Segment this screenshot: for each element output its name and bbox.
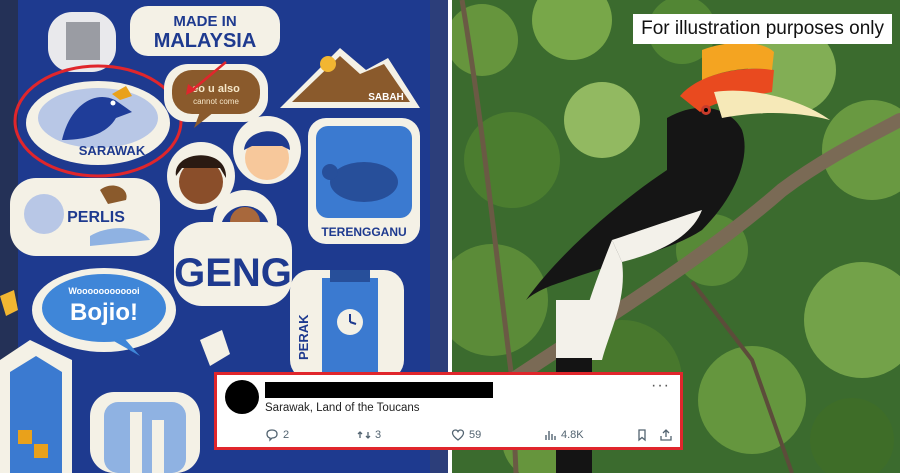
perlis-sticker: PERLIS — [10, 178, 160, 256]
repost-button[interactable]: 3 — [357, 428, 381, 442]
bojio-text: Bojio! — [70, 299, 138, 326]
tweet-text: Sarawak, Land of the Toucans — [265, 402, 420, 414]
composite-image: MADE IN MALAYSIA SARAWAK eo u also canno… — [0, 0, 900, 473]
terengganu-sticker: TERENGGANU — [308, 118, 420, 244]
sarawak-text: SARAWAK — [79, 143, 146, 158]
bojio-small-text: Woooooooooooi — [68, 286, 139, 296]
bubble-subtext: cannot come — [193, 97, 239, 106]
like-button[interactable]: 59 — [451, 428, 481, 442]
pixelated-area — [66, 22, 100, 60]
illustration-caption: For illustration purposes only — [633, 14, 892, 44]
views-button[interactable]: 4.8K — [543, 428, 584, 442]
malaysia-text: MALAYSIA — [154, 30, 257, 52]
sarawak-hornbill-sticker: SARAWAK — [26, 81, 170, 165]
more-options-icon[interactable]: ··· — [651, 377, 670, 395]
repost-icon — [357, 431, 371, 439]
made-in-malaysia-sticker: MADE IN MALAYSIA — [130, 6, 280, 56]
redacted-username — [265, 382, 493, 398]
bookmark-icon — [638, 429, 646, 442]
bookmark-button[interactable] — [635, 428, 649, 442]
views-count: 4.8K — [561, 429, 584, 441]
made-in-text: MADE IN — [173, 13, 236, 30]
repost-count: 3 — [375, 429, 382, 441]
heart-icon — [451, 429, 465, 441]
perlis-text: PERLIS — [67, 209, 125, 226]
speech-bubble-sticker: eo u also cannot come — [164, 64, 268, 128]
reply-icon — [266, 429, 278, 442]
reply-count: 2 — [283, 429, 290, 441]
geng-sticker: GENG — [174, 222, 292, 306]
terengganu-text: TERENGGANU — [321, 225, 406, 239]
share-icon — [660, 429, 672, 441]
tweet-actions: 2 3 59 4.8K — [265, 428, 672, 444]
perak-sticker: PERAK — [290, 270, 404, 380]
tweet-card[interactable]: ··· Sarawak, Land of the Toucans 2 3 59 … — [214, 372, 683, 450]
geng-text: GENG — [174, 251, 292, 295]
views-chart-icon — [545, 431, 556, 440]
reply-button[interactable]: 2 — [265, 428, 289, 442]
perak-text: PERAK — [296, 314, 311, 360]
share-button[interactable] — [659, 428, 673, 442]
like-count: 59 — [469, 429, 482, 441]
avatar[interactable] — [225, 380, 259, 414]
sabah-text: SABAH — [368, 92, 404, 103]
